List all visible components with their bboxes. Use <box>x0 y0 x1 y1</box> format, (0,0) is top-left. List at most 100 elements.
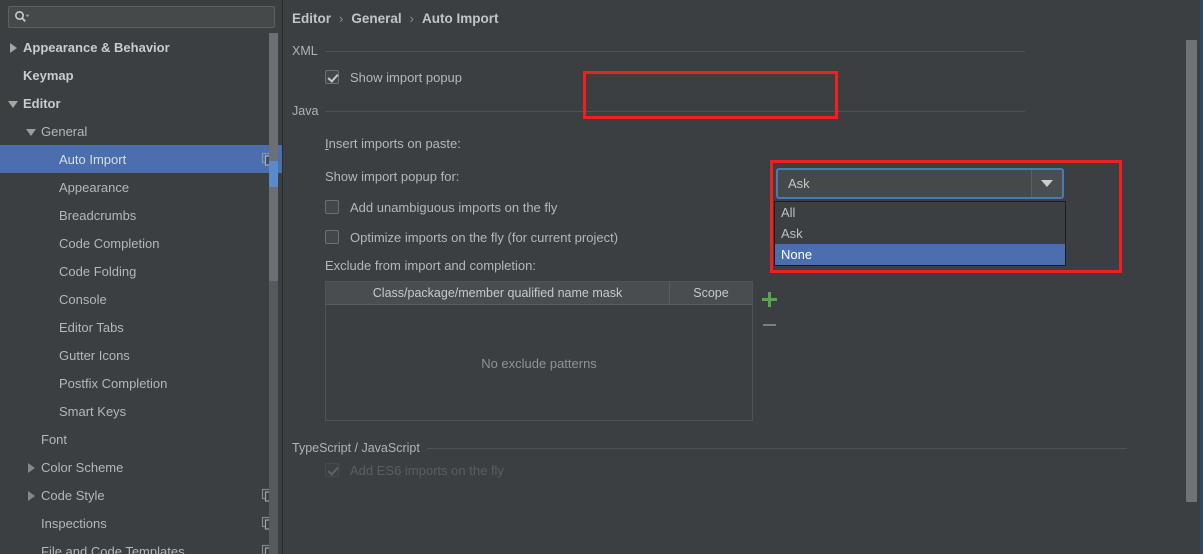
sidebar-item-label: Code Folding <box>59 263 137 279</box>
chevron-right-icon[interactable] <box>8 42 19 53</box>
search-icon[interactable] <box>14 10 30 24</box>
main-scrollbar-track[interactable] <box>1186 0 1200 554</box>
sidebar-item-label: Console <box>59 291 107 307</box>
sidebar-item-label: Color Scheme <box>41 459 124 475</box>
xml-section-title: XML <box>292 44 318 58</box>
section-divider <box>324 50 1025 52</box>
sidebar-item-code-folding[interactable]: Code Folding <box>0 257 283 285</box>
chevron-down-icon[interactable] <box>8 98 19 109</box>
section-divider <box>426 447 1127 449</box>
sidebar-item-label: Font <box>41 431 68 447</box>
sidebar-item-label: General <box>41 123 88 139</box>
typescript-section-title: TypeScript / JavaScript <box>292 441 420 455</box>
optimize-on-fly-row[interactable]: Optimize imports on the fly (for current… <box>292 222 1203 252</box>
chevron-right-icon[interactable] <box>26 462 37 473</box>
xml-show-import-popup-row[interactable]: Show import popup <box>292 62 1203 92</box>
exclude-table-toolbar <box>753 281 785 421</box>
sidebar-item-font[interactable]: Font <box>0 425 283 453</box>
add-exclude-button[interactable] <box>756 286 782 312</box>
add-es6-imports-label[interactable]: Add ES6 imports on the fly <box>350 463 504 478</box>
chevron-down-icon[interactable] <box>1031 170 1062 197</box>
column-header-scope[interactable]: Scope <box>670 282 752 304</box>
sidebar-item-keymap[interactable]: Keymap <box>0 61 283 89</box>
sidebar-item-label: Inspections <box>41 515 107 531</box>
sidebar-item-appearance[interactable]: Appearance <box>0 173 283 201</box>
optimize-on-fly-checkbox[interactable] <box>325 230 339 244</box>
java-section-header: Java <box>292 102 1203 120</box>
sidebar-item-label: Code Style <box>41 487 105 503</box>
sidebar-item-label: Editor Tabs <box>59 319 124 335</box>
add-unambiguous-row[interactable]: Add unambiguous imports on the fly <box>292 192 1203 222</box>
sidebar-item-editor-tabs[interactable]: Editor Tabs <box>0 313 283 341</box>
dropdown-option-ask[interactable]: Ask <box>775 223 1065 244</box>
insert-imports-row: Insert imports on paste: <box>292 126 1203 160</box>
sidebar-scrollbar-marker <box>269 161 278 187</box>
typescript-section-header: TypeScript / JavaScript <box>292 439 1203 457</box>
sidebar-item-postfix-completion[interactable]: Postfix Completion <box>0 369 283 397</box>
show-import-popup-for-label: Show import popup for: <box>325 168 460 184</box>
exclude-from-import-label: Exclude from import and completion: <box>325 257 536 273</box>
insert-imports-combobox[interactable]: Ask <box>776 168 1064 199</box>
breadcrumb-item-editor[interactable]: Editor <box>292 11 331 26</box>
optimize-on-fly-label[interactable]: Optimize imports on the fly (for current… <box>350 230 618 245</box>
add-es6-imports-row[interactable]: Add ES6 imports on the fly <box>292 459 1203 481</box>
sidebar-item-breadcrumbs[interactable]: Breadcrumbs <box>0 201 283 229</box>
show-import-popup-for-row: Show import popup for: <box>292 160 1203 192</box>
exclude-table-empty-text: No exclude patterns <box>481 355 597 371</box>
sidebar-item-appearance-behavior[interactable]: Appearance & Behavior <box>0 33 283 61</box>
section-divider <box>325 110 1026 112</box>
insert-imports-dropdown-list[interactable]: All Ask None <box>774 201 1066 266</box>
sidebar-item-color-scheme[interactable]: Color Scheme <box>0 453 283 481</box>
dropdown-option-all[interactable]: All <box>775 202 1065 223</box>
remove-exclude-button[interactable] <box>756 312 782 338</box>
sidebar-item-label: Keymap <box>23 67 74 83</box>
search-box[interactable] <box>8 6 275 28</box>
column-header-mask[interactable]: Class/package/member qualified name mask <box>326 282 670 304</box>
sidebar-item-editor[interactable]: Editor <box>0 89 283 117</box>
settings-main-panel: Editor › General › Auto Import XML Show … <box>283 0 1203 554</box>
dropdown-option-none[interactable]: None <box>775 244 1065 265</box>
sidebar-item-gutter-icons[interactable]: Gutter Icons <box>0 341 283 369</box>
add-es6-imports-checkbox[interactable] <box>325 463 339 477</box>
sidebar-scrollbar-thumb[interactable] <box>269 33 278 281</box>
xml-show-import-popup-label[interactable]: Show import popup <box>350 70 462 85</box>
main-scrollbar-thumb[interactable] <box>1186 40 1197 502</box>
sidebar-item-label: Editor <box>23 95 61 111</box>
sidebar-item-console[interactable]: Console <box>0 285 283 313</box>
sidebar-scrollbar-track[interactable] <box>269 33 278 554</box>
exclude-table[interactable]: Class/package/member qualified name mask… <box>325 281 753 421</box>
xml-show-import-popup-checkbox[interactable] <box>325 70 339 84</box>
settings-sidebar: Appearance & Behavior Keymap Editor General… <box>0 0 283 554</box>
sidebar-item-auto-import[interactable]: Auto Import <box>0 145 283 173</box>
add-unambiguous-checkbox[interactable] <box>325 200 339 214</box>
add-unambiguous-label[interactable]: Add unambiguous imports on the fly <box>350 200 557 215</box>
sidebar-item-code-style[interactable]: Code Style <box>0 481 283 509</box>
sidebar-item-smart-keys[interactable]: Smart Keys <box>0 397 283 425</box>
settings-tree[interactable]: Appearance & Behavior Keymap Editor General… <box>0 33 283 554</box>
sidebar-item-label: Breadcrumbs <box>59 207 137 223</box>
sidebar-item-file-and-code-templates[interactable]: File and Code Templates <box>0 537 283 554</box>
breadcrumb-separator-icon: › <box>409 10 414 26</box>
search-input[interactable] <box>30 8 269 26</box>
sidebar-item-general[interactable]: General <box>0 117 283 145</box>
sidebar-item-inspections[interactable]: Inspections <box>0 509 283 537</box>
sidebar-item-code-completion[interactable]: Code Completion <box>0 229 283 257</box>
exclude-label-row: Exclude from import and completion: <box>292 252 1203 278</box>
xml-section: XML Show import popup <box>292 42 1203 92</box>
insert-imports-label-rest: nsert imports on paste: <box>328 135 461 151</box>
chevron-right-icon[interactable] <box>26 490 37 501</box>
sidebar-item-label: Appearance & Behavior <box>23 39 170 55</box>
chevron-down-icon[interactable] <box>26 126 37 137</box>
breadcrumb-item-general[interactable]: General <box>351 11 401 26</box>
